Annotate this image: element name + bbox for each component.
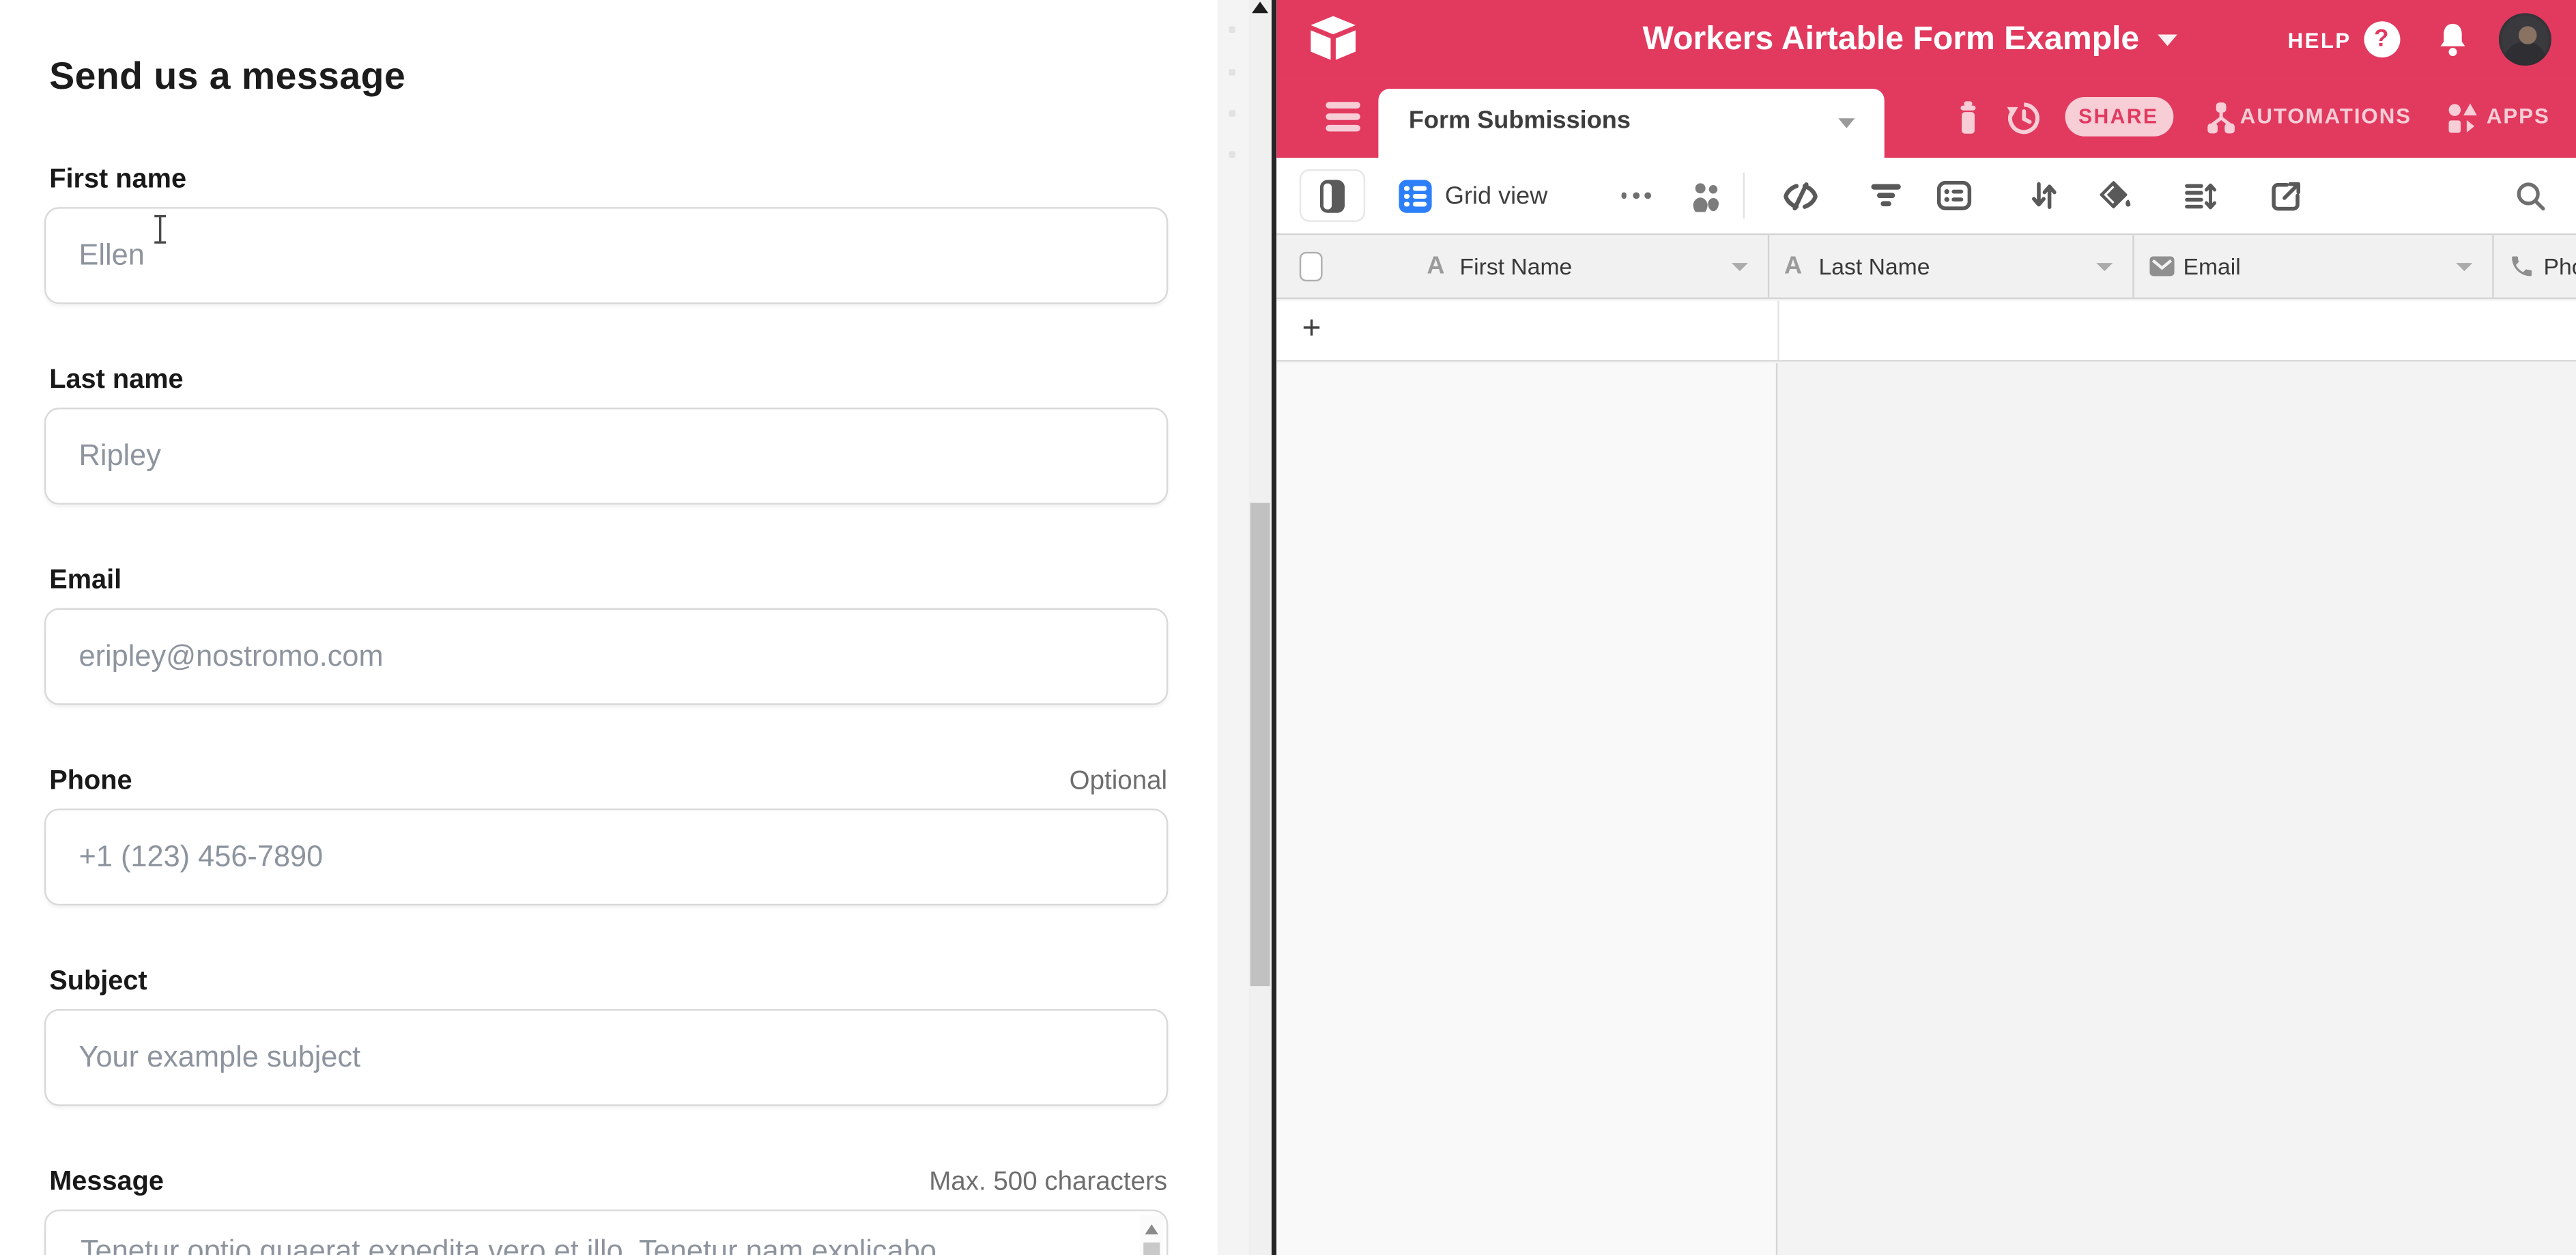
- column-header-first-name[interactable]: A First Name: [1276, 235, 1769, 297]
- phone-field-icon: [2509, 253, 2536, 280]
- grid-body-primary-column: [1276, 363, 1777, 1255]
- view-toolbar: Grid view: [1276, 158, 2576, 234]
- email-field-icon: [2149, 255, 2175, 277]
- field-last-name: Last name: [44, 365, 1167, 562]
- automations-button[interactable]: AUTOMATIONS: [2240, 104, 2412, 128]
- base-title[interactable]: Workers Airtable Form Example: [1643, 20, 2140, 58]
- chevron-down-icon[interactable]: [2096, 262, 2113, 270]
- field-email: Email: [44, 565, 1167, 763]
- share-button[interactable]: SHARE: [2064, 97, 2173, 137]
- field-subject: Subject: [44, 966, 1167, 1164]
- subject-input[interactable]: [44, 1009, 1167, 1106]
- email-input[interactable]: [44, 608, 1167, 705]
- text-cursor: [151, 214, 169, 245]
- gutter-dot: [1229, 69, 1235, 76]
- field-label: Subject: [49, 966, 147, 998]
- single-line-text-field-icon: A: [1427, 252, 1444, 280]
- field-label: Phone: [49, 766, 132, 798]
- scrollbar-thumb[interactable]: [1249, 503, 1269, 987]
- airtable-window: Workers Airtable Form Example HELP ? For…: [1276, 0, 2576, 1255]
- add-record-row[interactable]: +: [1276, 300, 2576, 361]
- field-first-name: First name: [44, 165, 1167, 362]
- search-icon[interactable]: [2515, 158, 2546, 234]
- column-label: Last Name: [1819, 253, 1930, 280]
- group-icon[interactable]: [1936, 158, 1971, 234]
- hide-fields-icon[interactable]: [1781, 158, 1818, 234]
- tab-form-submissions[interactable]: Form Submissions: [1377, 88, 1883, 158]
- screen: Send us a message First name Last name E…: [0, 0, 2576, 1255]
- contact-form-panel: Send us a message First name Last name E…: [0, 0, 1218, 1255]
- gutter-dot: [1229, 151, 1235, 158]
- filter-icon[interactable]: [1869, 158, 1902, 234]
- more-options-icon[interactable]: [1620, 193, 1650, 199]
- grid-body: [1276, 363, 2576, 1255]
- view-sidebar-toggle-button[interactable]: [1299, 169, 1364, 222]
- column-header-email[interactable]: Email: [2134, 235, 2494, 297]
- grid-body-background: [1777, 363, 2576, 1255]
- field-label: First name: [49, 165, 186, 196]
- column-header-phone[interactable]: Phone: [2494, 235, 2576, 297]
- sidebar-icon: [1319, 178, 1345, 213]
- notifications-bell-icon[interactable]: [2435, 21, 2468, 59]
- field-phone: Phone Optional: [44, 766, 1167, 963]
- column-header-last-name[interactable]: A Last Name: [1769, 235, 2134, 297]
- airtable-topbar: Workers Airtable Form Example HELP ?: [1276, 0, 2576, 79]
- trash-icon[interactable]: [1954, 100, 1981, 135]
- field-label: Email: [49, 565, 121, 597]
- field-label: Message: [49, 1167, 164, 1198]
- scrollbar-thumb[interactable]: [1143, 1243, 1159, 1255]
- chevron-down-icon: [2158, 33, 2177, 45]
- single-line-text-field-icon: A: [1784, 252, 1802, 280]
- user-avatar[interactable]: [2498, 13, 2551, 66]
- page-scrollbar[interactable]: [1248, 0, 1271, 1255]
- add-record-plus-icon[interactable]: +: [1302, 311, 1321, 348]
- help-button[interactable]: HELP: [2288, 28, 2351, 53]
- menu-icon[interactable]: [1325, 102, 1360, 137]
- page-gutter: [1218, 0, 1248, 1255]
- airtable-logo-icon[interactable]: [1307, 15, 1358, 64]
- collaborators-icon[interactable]: [1687, 158, 1724, 234]
- chevron-down-icon[interactable]: [1732, 262, 1748, 270]
- last-name-input[interactable]: [44, 408, 1167, 505]
- apps-button[interactable]: APPS: [2487, 104, 2550, 128]
- color-icon[interactable]: [2097, 158, 2133, 234]
- field-hint: Max. 500 characters: [929, 1168, 1167, 1198]
- apps-icon[interactable]: [2446, 98, 2478, 138]
- window-edge-divider: [1271, 0, 1276, 1255]
- column-label: First Name: [1460, 253, 1573, 280]
- column-label: Phone: [2544, 253, 2576, 280]
- automations-icon[interactable]: [2204, 98, 2237, 138]
- toolbar-divider: [1743, 173, 1744, 218]
- view-name: Grid view: [1445, 182, 1547, 210]
- grid-view-icon[interactable]: [1397, 158, 1432, 234]
- scroll-up-arrow-icon[interactable]: [1251, 1, 1268, 13]
- chevron-down-icon[interactable]: [2457, 262, 2473, 270]
- grid-header-row: A First Name A Last Name Email Phone: [1276, 234, 2576, 299]
- form-title: Send us a message: [49, 54, 405, 98]
- table-tab-bar: Form Submissions SHARE: [1276, 79, 2576, 158]
- share-view-icon[interactable]: [2270, 158, 2301, 234]
- textarea-scrollbar[interactable]: [1139, 1215, 1162, 1255]
- table-tab-label: Form Submissions: [1409, 106, 1631, 134]
- chevron-down-icon[interactable]: [1837, 117, 1854, 127]
- message-placeholder: Tenetur optio quaerat expedita vero et i…: [81, 1235, 1115, 1255]
- field-label: Last name: [49, 365, 183, 396]
- row-height-icon[interactable]: [2183, 158, 2216, 234]
- first-name-input[interactable]: [44, 207, 1167, 304]
- gutter-dot: [1229, 27, 1235, 33]
- message-textarea[interactable]: Tenetur optio quaerat expedita vero et i…: [44, 1209, 1167, 1255]
- base-title-menu[interactable]: Workers Airtable Form Example: [1643, 0, 2177, 79]
- help-question-icon[interactable]: ?: [2363, 20, 2399, 57]
- view-name-button[interactable]: Grid view: [1445, 158, 1547, 234]
- select-all-checkbox[interactable]: [1299, 252, 1322, 281]
- field-message: Message Max. 500 characters Tenetur opti…: [44, 1167, 1167, 1255]
- column-divider: [1777, 300, 1779, 358]
- scroll-up-arrow-icon[interactable]: [1144, 1224, 1157, 1234]
- gutter-dot: [1229, 110, 1235, 117]
- history-icon[interactable]: [2005, 100, 2042, 137]
- sort-icon[interactable]: [2028, 158, 2057, 234]
- phone-input[interactable]: [44, 808, 1167, 905]
- column-label: Email: [2184, 253, 2241, 280]
- field-hint: Optional: [1070, 767, 1167, 797]
